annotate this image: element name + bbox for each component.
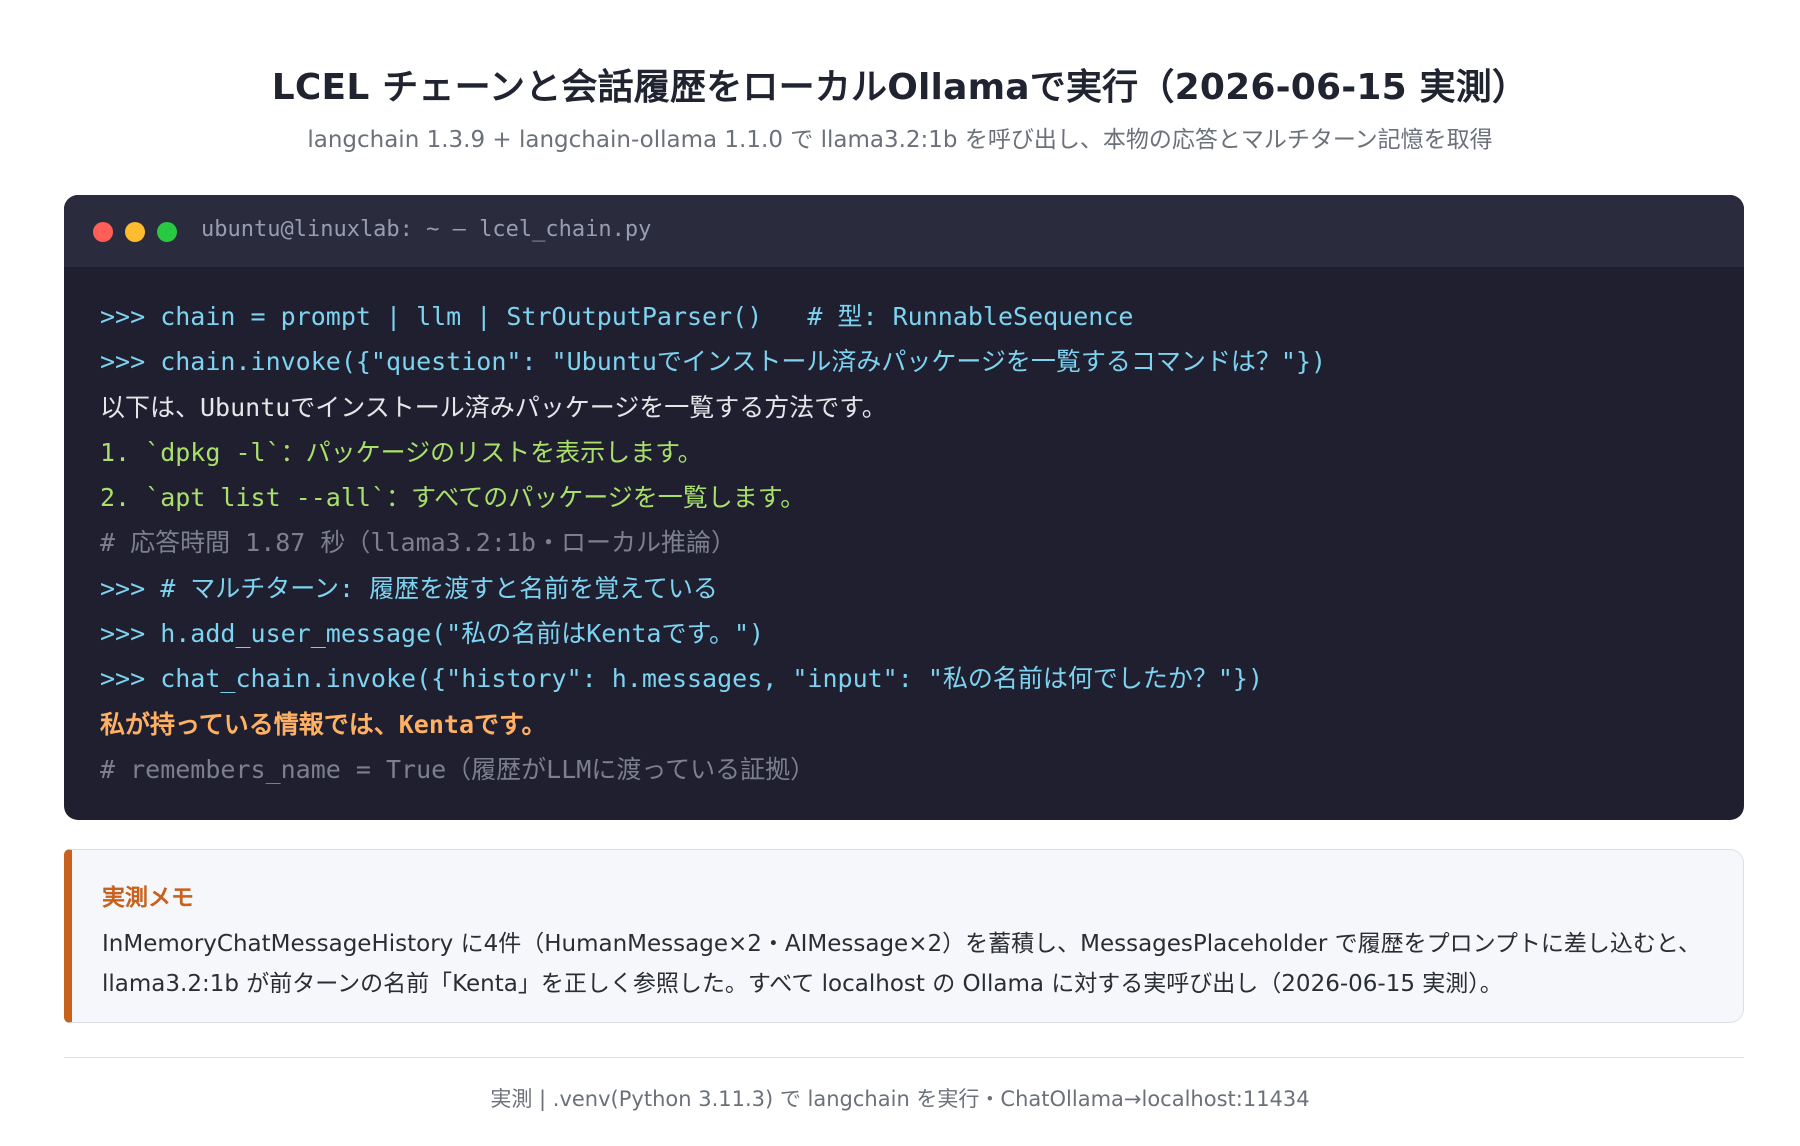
terminal-title: ubuntu@linuxlab: ~ — lcel_chain.py [201,217,652,242]
terminal-line: 私が持っている情報では、Kentaです。 [100,709,547,739]
page-subtitle: langchain 1.3.9 + langchain-ollama 1.1.0… [307,127,1493,153]
footer-text: 実測 | .venv(Python 3.11.3) で langchain を実… [490,1087,1310,1111]
memo-title: 実測メモ [102,885,194,911]
maximize-window-button[interactable] [157,222,177,242]
terminal-line: 1. `dpkg -l`：パッケージのリストを表示します。 [100,437,703,467]
terminal-title-bar: ubuntu@linuxlab: ~ — lcel_chain.py [64,195,1744,267]
terminal-line: 2. `apt list --all`：すべてのパッケージを一覧します。 [100,483,806,513]
close-window-button[interactable] [93,222,113,242]
memo-callout: 実測メモ InMemoryChatMessageHistory に4件（Huma… [64,849,1744,1023]
terminal-line: >>> chain = prompt | llm | StrOutputPars… [100,302,1134,331]
page-title: LCEL チェーンと会話履歴をローカルOllamaで実行（2026-06-15 … [271,67,1529,108]
minimize-window-button[interactable] [125,222,145,242]
terminal-line: >>> chat_chain.invoke({"history": h.mess… [100,664,1264,694]
terminal-line: # remembers_name = True（履歴がLLMに渡っている証拠） [100,754,816,784]
terminal-window: ubuntu@linuxlab: ~ — lcel_chain.py >>> c… [64,195,1744,820]
terminal-line: 以下は、Ubuntuでインストール済みパッケージを一覧する方法です。 [100,392,887,422]
terminal-line: >>> h.add_user_message("私の名前はKentaです。") [100,619,765,649]
footer-divider [64,1057,1744,1058]
terminal-line: >>> # マルチターン: 履歴を渡すと名前を覚えている [100,573,718,603]
page: LCEL チェーンと会話履歴をローカルOllamaで実行（2026-06-15 … [0,0,1800,1146]
memo-text: InMemoryChatMessageHistory に4件（HumanMess… [102,931,1701,997]
terminal-output[interactable]: >>> chain = prompt | llm | StrOutputPars… [100,294,1724,792]
terminal-line: # 応答時間 1.87 秒（llama3.2:1b・ローカル推論） [100,528,736,558]
terminal-line: >>> chain.invoke({"question": "Ubuntuでイン… [100,347,1327,377]
